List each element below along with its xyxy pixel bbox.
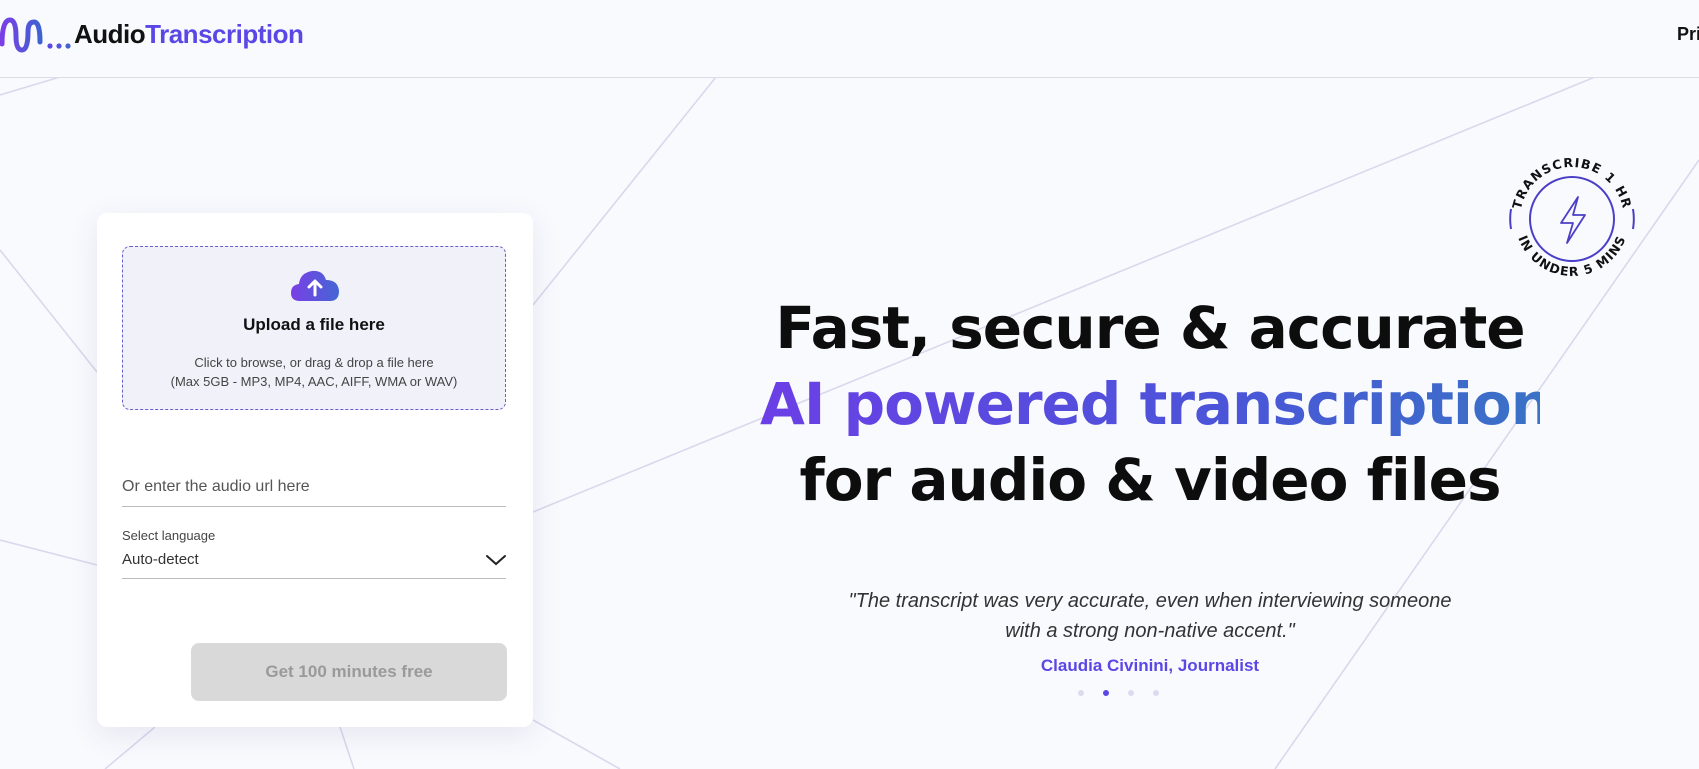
badge-bottom-text: IN UNDER 5 MINS bbox=[1515, 233, 1627, 279]
svg-text:TRANSCRIBE 1 HR: TRANSCRIBE 1 HR bbox=[1509, 155, 1635, 211]
carousel-dot[interactable] bbox=[1103, 690, 1109, 696]
language-label: Select language bbox=[122, 528, 216, 543]
chevron-down-icon bbox=[486, 555, 506, 566]
carousel-dot[interactable] bbox=[1153, 690, 1159, 696]
lightning-icon bbox=[1560, 196, 1586, 244]
svg-text:IN UNDER 5 MINS: IN UNDER 5 MINS bbox=[1515, 233, 1628, 279]
hero-line-2: AI powered transcription bbox=[760, 366, 1552, 442]
hero-heading: Fast, secure & accurate AI powered trans… bbox=[760, 290, 1552, 518]
waveform-logo-icon bbox=[0, 17, 71, 53]
top-header: AudioTranscription Pricing bbox=[0, 0, 1699, 78]
logo-text: AudioTranscription bbox=[74, 18, 304, 49]
file-dropzone[interactable]: Upload a file here Click to browse, or d… bbox=[122, 246, 506, 410]
hero-line-3: for audio & video files bbox=[799, 446, 1502, 514]
logo[interactable]: AudioTranscription bbox=[0, 14, 304, 54]
audio-url-input[interactable] bbox=[122, 467, 506, 507]
carousel-dots bbox=[1078, 690, 1159, 696]
carousel-dot[interactable] bbox=[1078, 690, 1084, 696]
carousel-dot[interactable] bbox=[1128, 690, 1134, 696]
upload-title: Upload a file here bbox=[243, 315, 385, 334]
testimonial-quote: "The transcript was very accurate, even … bbox=[848, 590, 1452, 642]
nav-pricing-link[interactable]: Pricing bbox=[1677, 24, 1699, 45]
language-selected-value: Auto-detect bbox=[122, 551, 199, 568]
testimonial-author: Claudia Civinini, Journalist bbox=[1040, 656, 1260, 675]
get-free-minutes-button[interactable]: Get 100 minutes free bbox=[191, 643, 507, 701]
cloud-upload-icon bbox=[291, 270, 339, 301]
upload-subtitle: Click to browse, or drag & drop a file h… bbox=[170, 355, 458, 389]
hero-line-1: Fast, secure & accurate bbox=[775, 294, 1525, 362]
speed-badge: TRANSCRIBE 1 HR IN UNDER 5 MINS bbox=[1509, 155, 1635, 279]
badge-top-text: TRANSCRIBE 1 HR bbox=[1509, 155, 1634, 211]
upload-card: Upload a file here Click to browse, or d… bbox=[97, 213, 533, 727]
language-select[interactable]: Auto-detect bbox=[122, 547, 506, 579]
